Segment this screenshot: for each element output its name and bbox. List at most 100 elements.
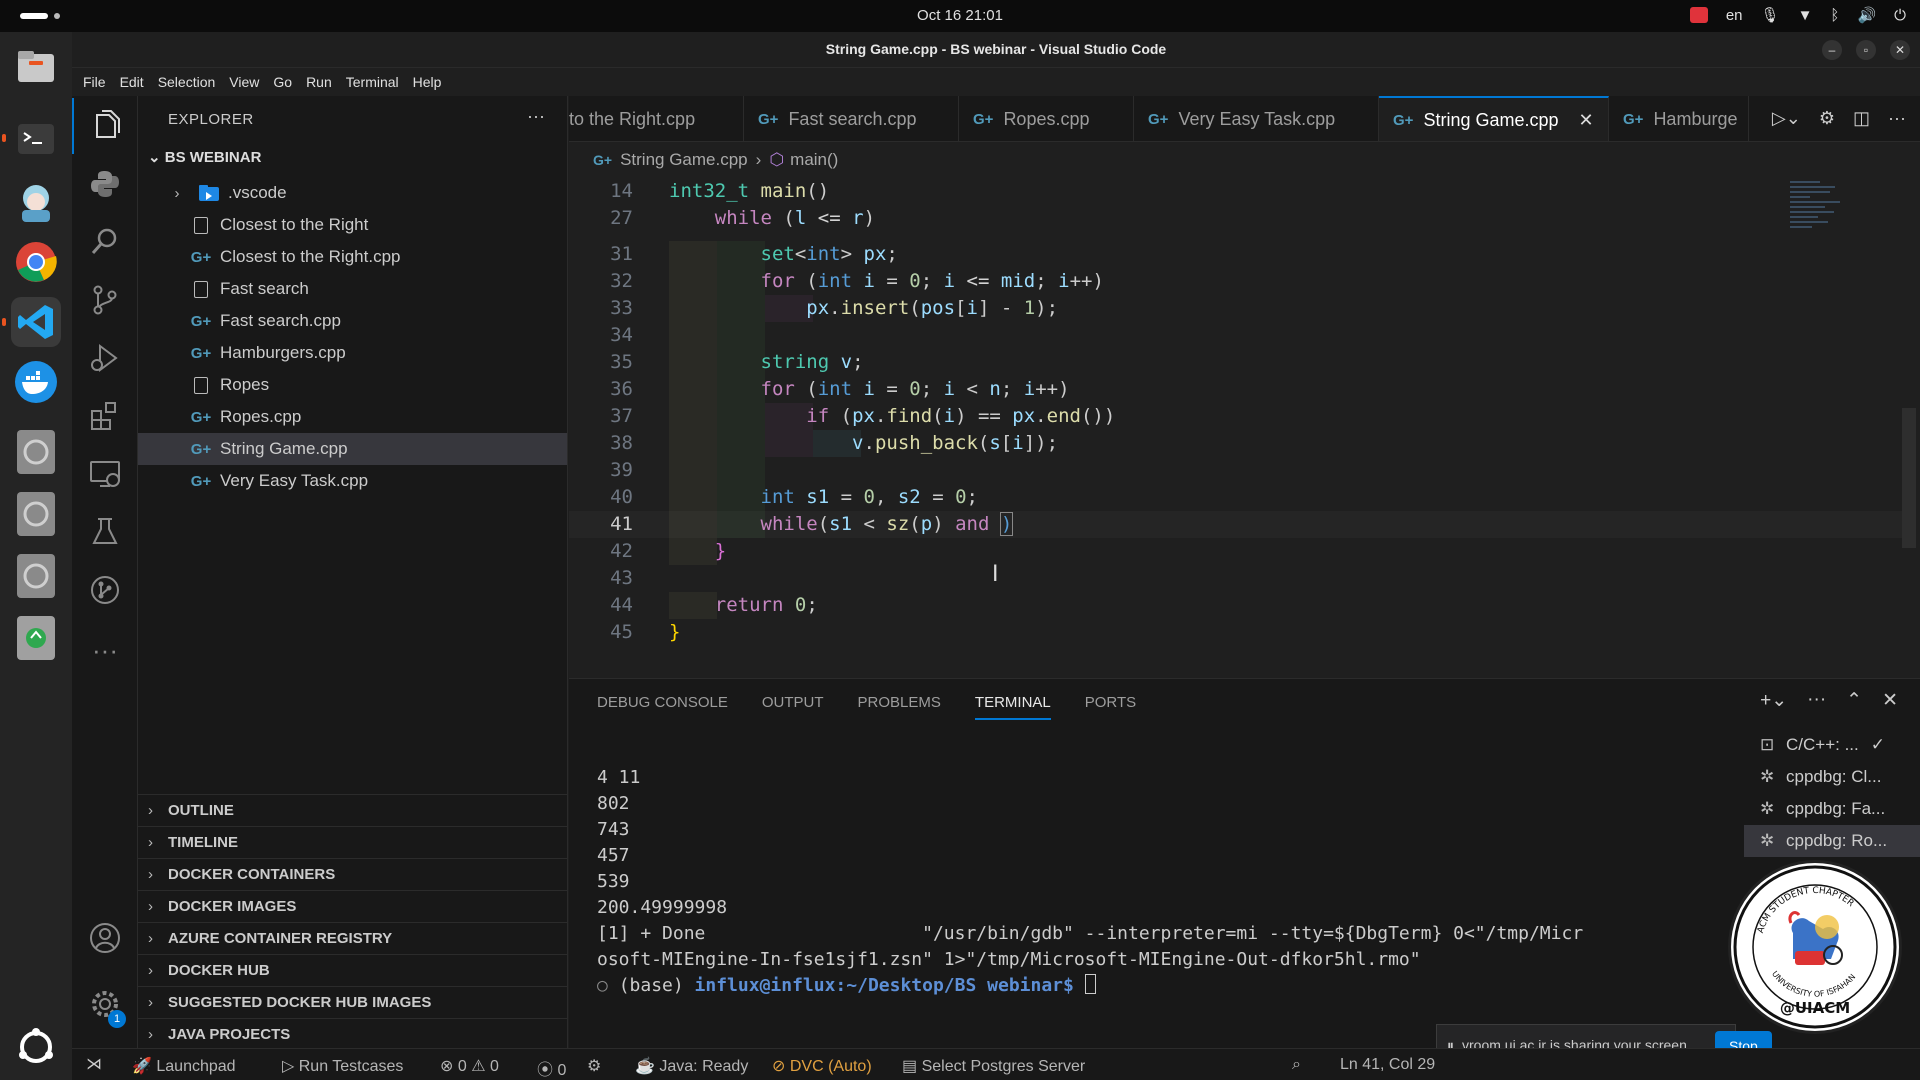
postgres-server-item[interactable]: ▤ Select Postgres Server — [902, 1056, 1085, 1076]
tree-item-file-selected[interactable]: G+ String Game.cpp — [138, 433, 567, 465]
remote-explorer-icon[interactable] — [72, 446, 138, 502]
cursor-position[interactable]: Ln 41, Col 29 — [1340, 1056, 1435, 1074]
run-debug-icon[interactable] — [72, 330, 138, 386]
disk-drive-icon[interactable] — [11, 427, 61, 477]
new-terminal-icon[interactable]: +⌄ — [1760, 689, 1787, 712]
terminal-instance[interactable]: ⊡ C/C++: ... ✓ — [1744, 729, 1920, 761]
tab-fast-search[interactable]: G+ Fast search.cpp — [744, 96, 959, 141]
close-panel-icon[interactable]: ✕ — [1882, 689, 1898, 712]
debug-launch-icon[interactable]: ⚙ — [587, 1056, 601, 1076]
tree-item-file[interactable]: G+ Very Easy Task.cpp — [138, 465, 567, 497]
microphone-icon[interactable]: 🎙 — [1761, 6, 1780, 24]
tab-hamburgers[interactable]: G+ Hamburge — [1609, 96, 1749, 141]
disk-drive-icon[interactable] — [11, 551, 61, 601]
menu-selection[interactable]: Selection — [151, 74, 223, 90]
tree-item-file[interactable]: G+ Fast search.cpp — [138, 305, 567, 337]
accounts-icon[interactable] — [72, 910, 138, 966]
breadcrumb-symbol[interactable]: main() — [790, 150, 838, 170]
code-editor[interactable]: 14 int32_t main() 27 while (l <= r) 31 se… — [569, 178, 1920, 678]
power-menu-icon[interactable]: ⏻ — [1894, 7, 1906, 24]
menu-view[interactable]: View — [222, 74, 266, 90]
extensions-icon[interactable] — [72, 388, 138, 444]
anime-app-icon[interactable] — [11, 177, 61, 227]
system-clock[interactable]: Oct 16 21:01 — [0, 7, 1920, 24]
manage-gear-icon[interactable]: 1 — [72, 976, 138, 1032]
section-suggested-docker-hub-images[interactable]: › SUGGESTED DOCKER HUB IMAGES — [138, 986, 567, 1018]
split-editor-icon[interactable]: ◫ — [1853, 108, 1870, 129]
terminal-instance[interactable]: ✲ cppdbg: Fa... — [1744, 793, 1920, 825]
tree-item-file[interactable]: G+ Ropes.cpp — [138, 401, 567, 433]
menu-edit[interactable]: Edit — [113, 74, 151, 90]
source-control-icon[interactable] — [72, 272, 138, 328]
menu-terminal[interactable]: Terminal — [339, 74, 406, 90]
close-window-button[interactable]: ✕ — [1890, 40, 1910, 60]
chrome-app-icon[interactable] — [11, 237, 61, 287]
launchpad-item[interactable]: 🚀 Launchpad — [132, 1056, 236, 1076]
tab-ropes[interactable]: G+ Ropes.cpp — [959, 96, 1134, 141]
section-outline[interactable]: › OUTLINE — [138, 794, 567, 826]
tab-closest-to-the-right[interactable]: to the Right.cpp — [569, 96, 744, 141]
section-timeline[interactable]: › TIMELINE — [138, 826, 567, 858]
minimap[interactable] — [1790, 178, 1850, 268]
minimize-button[interactable]: – — [1822, 40, 1842, 60]
maximize-panel-icon[interactable]: ⌃ — [1846, 689, 1862, 712]
tab-output[interactable]: OUTPUT — [762, 694, 824, 720]
section-docker-images[interactable]: › DOCKER IMAGES — [138, 890, 567, 922]
terminal-output[interactable]: 4 11 802 743 457 539 200.49999998 [1] + Done "… — [597, 765, 1747, 999]
docker-app-icon[interactable] — [11, 357, 61, 407]
restore-button[interactable]: ▫ — [1856, 40, 1876, 60]
section-azure-container-registry[interactable]: › AZURE CONTAINER REGISTRY — [138, 922, 567, 954]
editor-scrollbar[interactable] — [1902, 408, 1916, 548]
bluetooth-icon[interactable]: ᛒ — [1830, 7, 1839, 24]
explorer-more-actions-button[interactable]: ··· — [527, 106, 545, 127]
files-app-icon[interactable] — [11, 42, 61, 92]
section-java-projects[interactable]: › JAVA PROJECTS — [138, 1018, 567, 1050]
volume-icon[interactable]: 🔊 — [1857, 6, 1876, 24]
terminal-instance-active[interactable]: ✲ cppdbg: Ro... — [1744, 825, 1920, 857]
breadcrumb-file[interactable]: String Game.cpp — [620, 150, 748, 170]
more-views-icon[interactable]: ··· — [72, 622, 138, 678]
java-status-item[interactable]: ☕ Java: Ready — [635, 1056, 748, 1076]
run-debug-dropdown-icon[interactable]: ▷⌄ — [1772, 108, 1801, 129]
settings-gear-icon[interactable]: ⚙ — [1819, 108, 1835, 129]
run-testcases-item[interactable]: ▷ Run Testcases — [282, 1056, 403, 1076]
vscode-app-icon[interactable] — [11, 297, 61, 347]
tab-ports[interactable]: PORTS — [1085, 694, 1136, 720]
ports-counter[interactable]: ⦿ 0 — [537, 1056, 566, 1080]
terminal-app-icon[interactable] — [11, 114, 61, 164]
git-graph-icon[interactable] — [72, 562, 138, 618]
tab-string-game[interactable]: G+ String Game.cpp ✕ — [1379, 96, 1609, 141]
tree-item-file[interactable]: Ropes — [138, 369, 567, 401]
menu-run[interactable]: Run — [299, 74, 339, 90]
tree-item-file[interactable]: G+ Closest to the Right.cpp — [138, 241, 567, 273]
menu-go[interactable]: Go — [266, 74, 299, 90]
remote-indicator-icon[interactable]: ⋊ — [72, 1049, 116, 1080]
explorer-icon[interactable] — [72, 98, 138, 154]
more-actions-icon[interactable]: ··· — [1888, 108, 1906, 129]
python-icon[interactable] — [72, 156, 138, 212]
testing-icon[interactable] — [72, 504, 138, 560]
disk-drive-icon[interactable] — [11, 489, 61, 539]
trash-icon[interactable] — [11, 613, 61, 663]
tab-terminal[interactable]: TERMINAL — [974, 694, 1051, 720]
tab-debug-console[interactable]: DEBUG CONSOLE — [597, 694, 728, 720]
tree-item-file[interactable]: G+ Hamburgers.cpp — [138, 337, 567, 369]
tab-problems[interactable]: PROBLEMS — [858, 694, 941, 720]
dvc-status-item[interactable]: ⊘ DVC (Auto) — [772, 1056, 872, 1076]
zoom-icon[interactable]: ⌕ — [1292, 1056, 1301, 1074]
keyboard-language[interactable]: en — [1726, 7, 1743, 24]
wifi-icon[interactable]: ▼ — [1798, 7, 1813, 24]
section-docker-hub[interactable]: › DOCKER HUB — [138, 954, 567, 986]
search-icon[interactable] — [72, 214, 138, 270]
tree-item-vscode-folder[interactable]: › .vscode — [138, 177, 567, 209]
close-tab-icon[interactable]: ✕ — [1579, 110, 1594, 131]
tree-item-file[interactable]: Fast search — [138, 273, 567, 305]
system-tray[interactable]: en 🎙 ▼ ᛒ 🔊 ⏻ — [1689, 6, 1906, 24]
workspace-folder-header[interactable]: ⌄ BS WEBINAR — [148, 148, 261, 166]
terminal-instance[interactable]: ✲ cppdbg: Cl... — [1744, 761, 1920, 793]
show-applications-icon[interactable] — [11, 1022, 61, 1072]
menu-file[interactable]: File — [76, 74, 113, 90]
tab-very-easy-task[interactable]: G+ Very Easy Task.cpp — [1134, 96, 1379, 141]
problems-counter[interactable]: ⊗ 0 ⚠ 0 — [440, 1056, 499, 1076]
tree-item-file[interactable]: Closest to the Right — [138, 209, 567, 241]
